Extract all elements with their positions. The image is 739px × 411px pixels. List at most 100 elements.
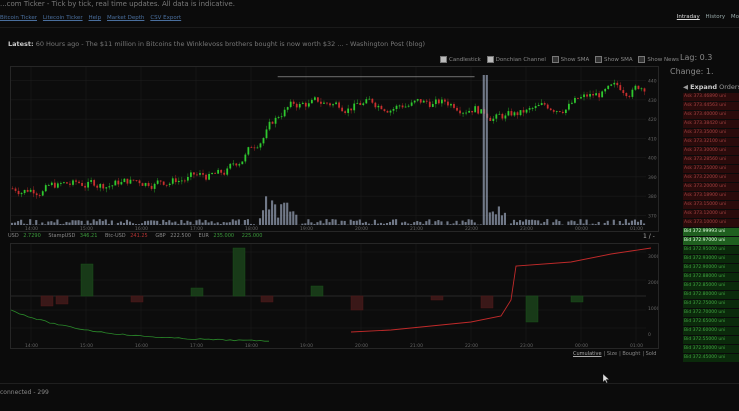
tab-cumulative[interactable]: Cumulative [573,351,602,357]
zoom-control[interactable]: 1 / - [643,233,655,240]
tab-more[interactable]: Mo [731,14,739,20]
candle [235,163,238,166]
order-row[interactable]: Ask 373.25000 uni [683,164,739,174]
order-row[interactable]: Bid 372.93000 uni [683,254,739,264]
candle [428,101,431,107]
tab-intraday[interactable]: Intraday [677,14,700,20]
order-row[interactable]: Bid 372.50000 uni [683,344,739,353]
toggle-news[interactable]: Show News [638,56,679,63]
volume-bar [540,223,543,225]
checkbox-sma-1[interactable] [551,56,559,63]
volume-bar [482,75,485,225]
candle [440,99,443,104]
toggle-candlestick[interactable]: Candlestick [440,56,481,63]
x-tick-label: 14:00 [25,343,38,349]
order-row[interactable]: Bid 372.90000 uni [683,263,739,273]
order-row[interactable]: Bid 372.45000 uni [683,353,739,362]
y-tick-label: 0 [648,332,651,338]
candle [156,180,159,184]
order-row[interactable]: Bid 372.80000 uni [683,290,739,300]
order-row[interactable]: Ask 373.30000 uni [683,146,739,156]
order-row[interactable]: Ask 373.18900 uni [683,191,739,201]
y-tick-label: 410 [648,136,657,142]
tab-bought[interactable]: Bought [622,351,640,357]
candle [313,97,316,100]
volume-bar [74,220,77,225]
volume-bar [307,219,310,225]
cumulative-chart[interactable]: 3000 2000 1000 0 14:00 15:00 16:00 17:00 18:00 19… [10,243,659,349]
y-tick-label: 420 [648,117,657,123]
checkbox-sma-2[interactable] [595,56,603,63]
order-row[interactable]: Bid 372.65000 uni [683,317,739,326]
volume-bar [128,221,132,225]
tab-sold[interactable]: Sold [646,351,657,357]
order-row[interactable]: Ask 373.10000 uni [683,218,739,228]
toggle-sma-2[interactable]: Show SMA [595,56,633,63]
nav-link-market-depth[interactable]: Market Depth [107,15,144,21]
volume-bar [174,221,177,225]
nav-link-litecoin-ticker[interactable]: Litecoin Ticker [43,15,83,21]
nav-link-help[interactable]: Help [89,15,102,21]
y-tick-label: 430 [648,98,657,104]
exchange-prices: USD 2.7290 StampUSD 346.21 Btc-USD 241.2… [8,233,268,239]
order-row[interactable]: Bid 372.75000 uni [683,299,739,309]
tab-history[interactable]: History [706,14,726,20]
checkbox-news[interactable] [638,56,646,63]
candle [47,184,50,186]
tab-size[interactable]: Size [607,351,617,357]
volume-bar [331,219,334,225]
volume-bar [627,222,630,225]
volume-bar [636,221,640,225]
checkbox-donchian[interactable] [486,56,494,63]
volume-bar [198,219,201,225]
candle [453,104,455,108]
order-row[interactable]: Bid 372.95000 uni [683,245,739,255]
price-chart[interactable]: 440 430 420 410 400 390 380 370 14:00 15:00 16:00 1… [10,66,659,232]
order-row[interactable]: Ask 373.46890 uni [683,93,739,102]
order-row[interactable]: Ask 373.38420 uni [683,119,739,129]
order-row[interactable]: Ask 373.22000 uni [683,173,739,183]
volume-bar [370,224,373,225]
latest-news-link[interactable]: 60 Hours ago - The $11 million in Bitcoi… [36,40,425,48]
order-row[interactable]: Ask 373.15000 uni [683,200,739,210]
toggle-donchian[interactable]: Donchian Channel [486,56,546,63]
order-row[interactable]: Ask 373.44563 uni [683,101,739,111]
order-row[interactable]: Bid 372.97000 uni [683,236,739,246]
order-row[interactable]: Bid 372.55000 uni [683,335,739,344]
candle [41,191,44,196]
candle [168,183,171,186]
volume-bar [134,224,138,225]
volume-bar [301,223,304,225]
candle [26,189,29,192]
expand-label[interactable]: Expand [690,83,717,91]
order-row[interactable]: Ask 373.28560 uni [683,155,739,165]
order-row[interactable]: Ask 373.35000 uni [683,128,739,138]
candle [338,102,340,108]
candle [643,88,646,92]
candle [459,110,461,114]
expand-orders[interactable]: ◀ Expand Orders [683,83,739,91]
order-row[interactable]: Bid 372.70000 uni [683,308,739,318]
nav-link-bitcoin-ticker[interactable]: Bitcoin Ticker [0,15,37,21]
candle [256,147,259,149]
nav-link-csv-export[interactable]: CSV Export [150,15,181,21]
price-stampusd: StampUSD 346.21 [48,233,98,239]
checkbox-candlestick[interactable] [440,56,447,63]
volume-bar [633,219,637,225]
order-row[interactable]: Ask 373.20000 uni [683,182,739,192]
order-row[interactable]: Bid 372.99993 uni [683,227,739,237]
volume-bar [11,222,14,225]
order-row[interactable]: Bid 372.88000 uni [683,272,739,282]
order-row[interactable]: Ask 373.40000 uni [683,110,739,120]
volume-bar [528,219,531,225]
toggle-sma-1[interactable]: Show SMA [551,56,590,63]
order-row[interactable]: Bid 372.60000 uni [683,326,739,335]
volume-bar [464,222,467,225]
order-row[interactable]: Ask 373.32100 uni [683,137,739,147]
order-row[interactable]: Ask 373.12000 uni [683,209,739,219]
view-tabs: Intraday History Mo [673,14,739,20]
order-row[interactable]: Bid 372.85000 uni [683,281,739,291]
toggle-sma-1-label: Show SMA [560,56,590,63]
candle [513,112,516,116]
expand-icon[interactable]: ◀ [683,83,688,91]
